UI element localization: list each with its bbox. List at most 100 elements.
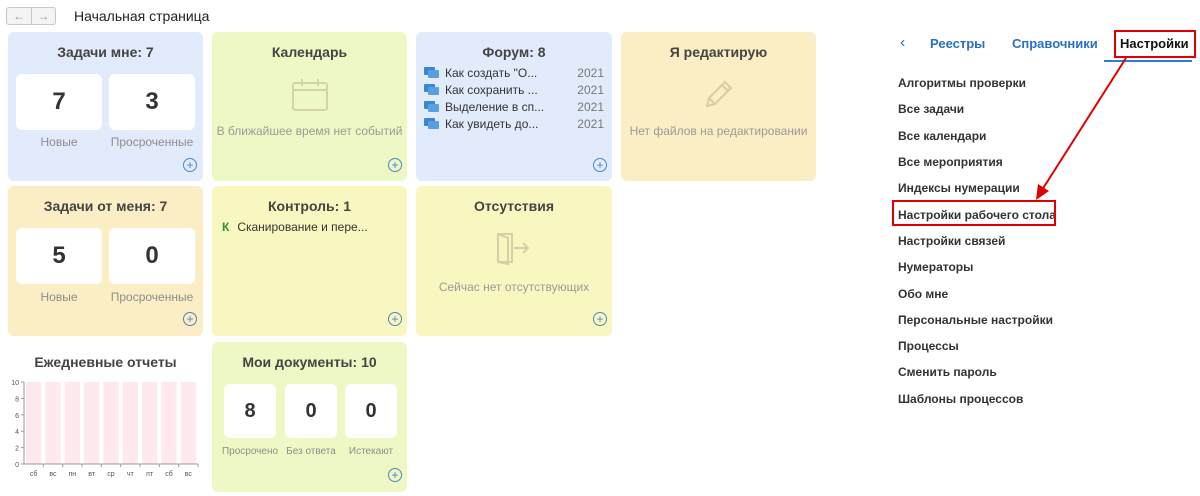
forum-tile[interactable]: Форум: 8 Как создать "О... 2021 Как сохр…	[416, 32, 612, 181]
tile-title: Форум: 8	[482, 44, 546, 60]
forum-item-title: Как создать "О...	[445, 65, 538, 80]
new-label: Новые	[40, 135, 78, 149]
forum-item-year: 2021	[577, 82, 604, 97]
chevron-left-icon[interactable]: ‹	[900, 34, 905, 52]
add-icon[interactable]: +	[388, 468, 402, 482]
forum-item-year: 2021	[577, 99, 604, 114]
add-icon[interactable]: +	[388, 312, 402, 326]
settings-item[interactable]: Все задачи	[898, 96, 1056, 122]
settings-item[interactable]: Шаблоны процессов	[898, 386, 1056, 412]
exit-door-icon	[497, 233, 530, 266]
page-title: Начальная страница	[74, 8, 210, 24]
x-tick-label: сб	[165, 470, 173, 478]
forum-item[interactable]: Как сохранить ... 2021	[424, 81, 604, 98]
nav-buttons: ← →	[6, 7, 56, 25]
settings-item[interactable]: Обо мне	[898, 280, 1056, 306]
active-tab-underline	[1104, 60, 1192, 62]
add-icon[interactable]: +	[388, 158, 402, 172]
tile-title: Задачи мне: 7	[57, 44, 154, 60]
x-tick-label: вт	[88, 471, 96, 478]
x-tick-label: сб	[30, 470, 38, 478]
forum-item[interactable]: Как увидеть до... 2021	[424, 115, 604, 132]
settings-item[interactable]: Нумераторы	[898, 254, 1056, 280]
tab-directories[interactable]: Справочники	[1012, 36, 1098, 51]
calendar-tile[interactable]: Календарь В ближайшее время нет событий …	[212, 32, 407, 181]
settings-list: Алгоритмы проверки Все задачи Все календ…	[898, 70, 1056, 412]
y-tick-label: 2	[15, 446, 19, 453]
y-tick-label: 10	[11, 380, 19, 387]
daily-reports-chart: 10 8 6 4 2 0 сб вс пн вт ср чт пт сб вс	[11, 380, 199, 478]
chat-icon	[424, 66, 439, 78]
forum-item-title: Как сохранить ...	[445, 82, 538, 97]
daily-reports-tile[interactable]: Ежедневные отчеты 10 8 6 4 2 0 сб вс пн вт ср чт пт с…	[8, 342, 203, 492]
chart-column-band	[180, 382, 196, 464]
expiring-label: Истекают	[348, 446, 394, 457]
y-tick-label: 6	[15, 413, 19, 420]
calendar-empty-message: В ближайшее время нет событий	[216, 124, 403, 138]
chart-column-band	[161, 382, 177, 464]
settings-item[interactable]: Индексы нумерации	[898, 175, 1056, 201]
forum-item[interactable]: Выделение в сп... 2021	[424, 98, 604, 115]
x-tick-label: чт	[127, 471, 135, 478]
x-tick-label: пт	[146, 471, 154, 478]
new-tasks-count[interactable]: 5	[16, 228, 102, 284]
control-item[interactable]: К Сканирование и пере...	[222, 220, 368, 234]
y-tick-label: 8	[15, 396, 19, 403]
control-marker: К	[222, 220, 230, 234]
tab-registries[interactable]: Реестры	[930, 36, 985, 51]
add-icon[interactable]: +	[593, 158, 607, 172]
highlight-box-tab	[1114, 30, 1196, 58]
tile-title: Календарь	[271, 44, 348, 60]
editing-empty-message: Нет файлов на редактировании	[629, 124, 808, 138]
overdue-tasks-count[interactable]: 3	[109, 74, 195, 130]
overdue-label: Просроченные	[110, 290, 194, 304]
control-item-title: Сканирование и пере...	[237, 220, 368, 234]
forum-item-year: 2021	[577, 65, 604, 80]
pencil-icon	[705, 80, 733, 108]
y-tick-label: 0	[15, 462, 19, 469]
settings-item[interactable]: Настройки связей	[898, 228, 1056, 254]
chart-column-band	[64, 382, 80, 464]
arrow-right-icon[interactable]: →	[31, 8, 55, 24]
x-tick-label: вс	[49, 471, 57, 478]
x-tick-label: вс	[185, 471, 193, 478]
new-label: Новые	[40, 290, 78, 304]
chart-column-band	[122, 382, 138, 464]
editing-tile[interactable]: Я редактирую Нет файлов на редактировани…	[621, 32, 816, 181]
settings-item[interactable]: Алгоритмы проверки	[898, 70, 1056, 96]
no-answer-label: Без ответа	[286, 446, 336, 457]
add-icon[interactable]: +	[593, 312, 607, 326]
expiring-docs-count[interactable]: 0	[345, 384, 397, 438]
add-icon[interactable]: +	[183, 312, 197, 326]
chart-column-band	[84, 382, 100, 464]
settings-item[interactable]: Все календари	[898, 123, 1056, 149]
forum-item-title: Как увидеть до...	[445, 116, 539, 131]
overdue-docs-count[interactable]: 8	[224, 384, 276, 438]
no-answer-docs-count[interactable]: 0	[285, 384, 337, 438]
y-tick-label: 4	[15, 429, 19, 436]
calendar-icon	[292, 79, 328, 111]
tile-title: Контроль: 1	[267, 198, 351, 214]
chart-column-band	[26, 382, 42, 464]
arrow-left-icon[interactable]: ←	[7, 8, 31, 24]
chart-column-band	[103, 382, 119, 464]
tile-title: Отсутствия	[473, 198, 554, 214]
tile-title: Задачи от меня: 7	[43, 198, 168, 214]
tasks-to-me-tile[interactable]: Задачи мне: 7 7 3 Новые Просроченные +	[8, 32, 203, 181]
my-documents-tile[interactable]: Мои документы: 10 8 0 0 Просрочено Без о…	[212, 342, 407, 492]
overdue-tasks-count[interactable]: 0	[109, 228, 195, 284]
top-bar: ← → Начальная страница	[6, 6, 209, 26]
settings-item[interactable]: Все мероприятия	[898, 149, 1056, 175]
tile-title: Мои документы: 10	[242, 354, 377, 370]
absences-tile[interactable]: Отсутствия Сейчас нет отсутствующих +	[416, 186, 612, 336]
forum-item[interactable]: Как создать "О... 2021	[424, 64, 604, 81]
tasks-from-me-tile[interactable]: Задачи от меня: 7 5 0 Новые Просроченные…	[8, 186, 203, 336]
control-tile[interactable]: Контроль: 1 К Сканирование и пере... +	[212, 186, 407, 336]
new-tasks-count[interactable]: 7	[16, 74, 102, 130]
x-tick-label: пн	[69, 471, 77, 478]
settings-item[interactable]: Персональные настройки	[898, 307, 1056, 333]
overdue-label: Просроченные	[110, 135, 194, 149]
add-icon[interactable]: +	[183, 158, 197, 172]
settings-item[interactable]: Сменить пароль	[898, 359, 1056, 385]
settings-item[interactable]: Процессы	[898, 333, 1056, 359]
